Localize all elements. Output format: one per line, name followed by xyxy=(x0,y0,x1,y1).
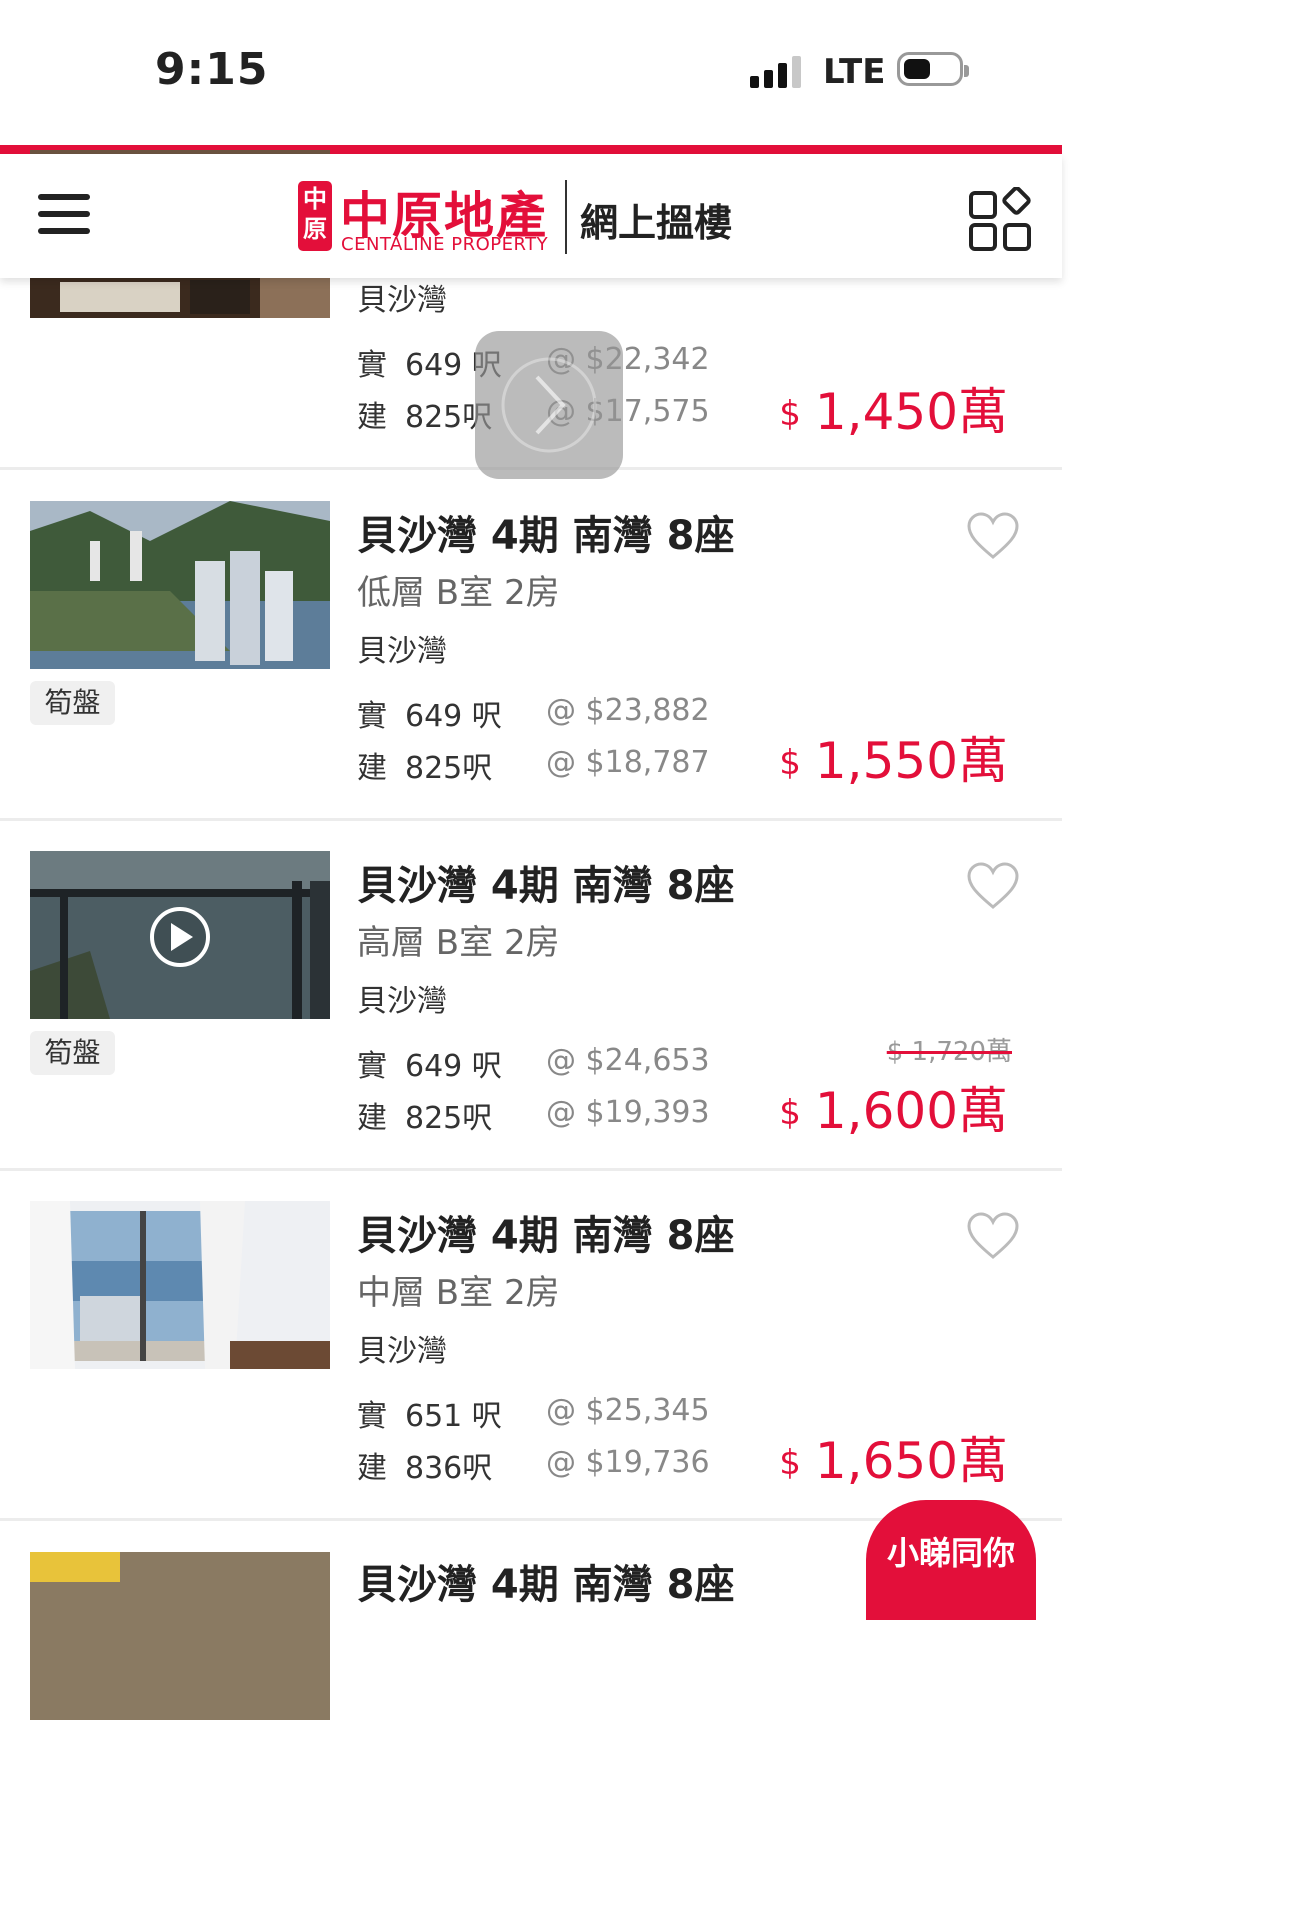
listing-district: 貝沙灣 xyxy=(357,634,447,669)
price-currency: $ xyxy=(779,1093,801,1133)
gross-area-label: 建 xyxy=(357,1451,387,1486)
net-area-value: 649 呎 xyxy=(405,1049,502,1084)
listing-district: 貝沙灣 xyxy=(357,1334,447,1369)
gross-unit-price: @ $19,393 xyxy=(546,1095,710,1130)
gross-area: 建 825呎 xyxy=(357,1093,492,1137)
listing-price: $1,550萬 xyxy=(779,721,1008,793)
gross-area: 建 825呎 xyxy=(357,392,492,436)
gross-area: 建 836呎 xyxy=(357,1443,492,1487)
price-value: 1,650萬 xyxy=(814,1432,1008,1490)
listing-card[interactable]: 貝沙灣 4期 南灣 8座 中層 B室 2房 貝沙灣 實 651 呎 @ $25,3… xyxy=(0,1171,1062,1521)
net-area-label: 實 xyxy=(357,1399,387,1434)
listing-price: $1,650萬 xyxy=(779,1421,1008,1493)
app-header: 中原 中原地產 CENTALINE PROPERTY 網上搵樓 xyxy=(0,154,1062,278)
favorite-heart-icon[interactable] xyxy=(966,1211,1020,1261)
gross-area-value: 825呎 xyxy=(405,1101,493,1136)
listing-floor-unit: 中層 B室 2房 xyxy=(357,1273,560,1313)
battery-icon xyxy=(897,52,969,86)
price-value: 1,550萬 xyxy=(814,732,1008,790)
listing-district: 貝沙灣 xyxy=(357,984,447,1019)
listing-title[interactable]: 貝沙灣 4期 南灣 8座 xyxy=(357,1552,734,1610)
listing-title[interactable]: 貝沙灣 4期 南灣 8座 xyxy=(357,503,734,561)
listing-price: $1,600萬 xyxy=(779,1071,1008,1143)
logo-seal: 中原 xyxy=(298,181,332,251)
price-currency: $ xyxy=(779,743,801,783)
net-area: 實 649 呎 xyxy=(357,691,502,735)
net-area-value: 651 呎 xyxy=(405,1399,502,1434)
listing-photo[interactable] xyxy=(30,1201,330,1369)
net-area: 實 649 呎 xyxy=(357,1041,502,1085)
price-value: 1,450萬 xyxy=(814,383,1008,441)
network-type: LTE xyxy=(823,52,886,92)
chevron-right-icon xyxy=(501,357,597,453)
listing-title[interactable]: 貝沙灣 4期 南灣 8座 xyxy=(357,1203,734,1261)
listing-price: $1,450萬 xyxy=(779,372,1008,444)
net-unit-price: @ $24,653 xyxy=(546,1043,710,1078)
price-currency: $ xyxy=(779,394,801,434)
gross-unit-price: @ $19,736 xyxy=(546,1445,710,1480)
cellular-signal-icon xyxy=(750,56,810,88)
price-value: 1,600萬 xyxy=(814,1082,1008,1140)
gross-area-label: 建 xyxy=(357,1101,387,1136)
listing-floor-unit: 高層 B室 2房 xyxy=(357,923,560,963)
hot-deal-badge: 筍盤 xyxy=(30,1031,115,1075)
net-area: 實 651 呎 xyxy=(357,1391,502,1435)
listing-district: 貝沙灣 xyxy=(357,283,447,318)
swipe-forward-overlay[interactable] xyxy=(475,331,623,479)
net-area-label: 實 xyxy=(357,699,387,734)
status-time: 9:15 xyxy=(155,44,269,95)
listing-video-thumbnail[interactable] xyxy=(30,851,330,1019)
logo-tagline: 網上搵樓 xyxy=(580,201,733,245)
gross-area-label: 建 xyxy=(357,751,387,786)
logo-divider xyxy=(565,180,567,254)
gross-area-value: 836呎 xyxy=(405,1451,493,1486)
listing-title[interactable]: 貝沙灣 4期 南灣 8座 xyxy=(357,853,734,911)
listing-photo[interactable] xyxy=(30,1552,330,1720)
favorite-heart-icon[interactable] xyxy=(966,511,1020,561)
listing-photo[interactable] xyxy=(30,501,330,669)
logo-english: CENTALINE PROPERTY xyxy=(341,234,549,255)
price-currency: $ xyxy=(779,1443,801,1483)
net-area-value: 649 呎 xyxy=(405,699,502,734)
gross-area-value: 825呎 xyxy=(405,751,493,786)
hamburger-menu-icon[interactable] xyxy=(38,194,90,234)
net-unit-price: @ $23,882 xyxy=(546,693,710,728)
hot-deal-badge: 筍盤 xyxy=(30,681,115,725)
chat-assistant-button[interactable]: 小睇同你 xyxy=(866,1500,1036,1620)
net-area-label: 實 xyxy=(357,348,387,383)
listing-card[interactable]: 筍盤 貝沙灣 4期 南灣 8座 低層 B室 2房 貝沙灣 實 649 呎 @ $2… xyxy=(0,471,1062,821)
apps-grid-icon[interactable] xyxy=(968,187,1034,253)
listing-card[interactable]: 筍盤 貝沙灣 4期 南灣 8座 高層 B室 2房 貝沙灣 實 649 呎 @ $2… xyxy=(0,821,1062,1171)
original-price: $ 1,720萬 xyxy=(886,1037,1012,1067)
gross-unit-price: @ $18,787 xyxy=(546,745,710,780)
favorite-heart-icon[interactable] xyxy=(966,861,1020,911)
listing-floor-unit: 低層 B室 2房 xyxy=(357,573,560,613)
net-unit-price: @ $25,345 xyxy=(546,1393,710,1428)
gross-area-label: 建 xyxy=(357,400,387,435)
gross-area: 建 825呎 xyxy=(357,743,492,787)
logo-seal-text: 中原 xyxy=(303,185,327,243)
net-area-label: 實 xyxy=(357,1049,387,1084)
